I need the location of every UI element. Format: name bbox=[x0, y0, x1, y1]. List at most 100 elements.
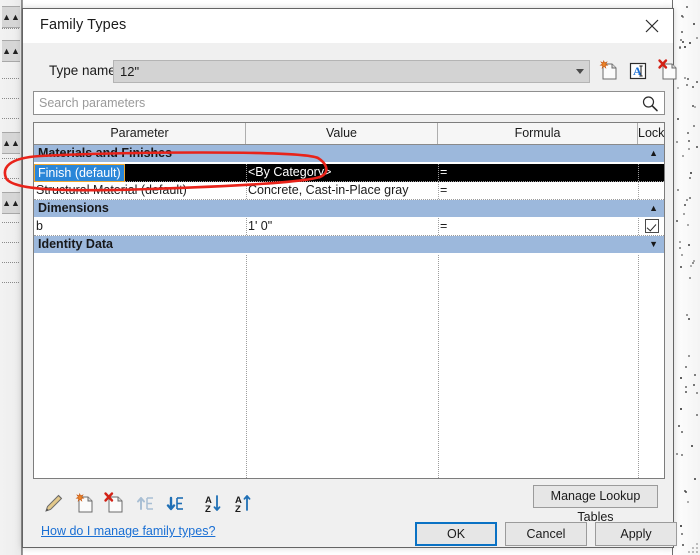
palette-divider-line bbox=[2, 78, 19, 80]
cell-value[interactable]: 1' 0" bbox=[248, 218, 436, 235]
collapse-up-icon[interactable]: ▲ bbox=[649, 147, 658, 159]
ok-button[interactable]: OK bbox=[415, 522, 497, 546]
cell-lock[interactable] bbox=[640, 182, 664, 199]
cell-value[interactable]: Concrete, Cast-in-Place gray bbox=[248, 182, 436, 199]
delete-parameter-icon[interactable] bbox=[101, 491, 127, 517]
palette-divider-line bbox=[2, 282, 19, 284]
apply-button[interactable]: Apply bbox=[595, 522, 677, 546]
palette-divider-line bbox=[2, 28, 19, 30]
capture-noise-dot bbox=[680, 533, 683, 536]
palette-collapse-chevron[interactable]: ▲▲ bbox=[2, 6, 20, 28]
collapse-up-icon[interactable]: ▲ bbox=[649, 202, 658, 214]
rename-type-icon[interactable]: A bbox=[625, 58, 651, 84]
move-up-icon[interactable] bbox=[133, 491, 159, 517]
column-header-lock[interactable]: Lock bbox=[638, 123, 664, 144]
capture-noise-dot bbox=[687, 500, 690, 503]
capture-noise-dot bbox=[688, 41, 691, 44]
cell-parameter[interactable]: b bbox=[36, 218, 244, 235]
capture-noise-dot bbox=[686, 78, 689, 81]
lock-checkbox[interactable] bbox=[645, 219, 659, 233]
capture-noise-dot bbox=[685, 490, 688, 493]
capture-noise-dot bbox=[677, 117, 680, 120]
palette-collapse-chevron[interactable]: ▲▲ bbox=[2, 132, 20, 154]
palette-divider-line bbox=[2, 222, 19, 224]
chevron-down-icon[interactable] bbox=[576, 69, 584, 74]
cell-formula[interactable]: = bbox=[440, 164, 636, 181]
capture-noise-dot bbox=[688, 197, 691, 200]
column-header-value[interactable]: Value bbox=[246, 123, 438, 144]
column-separator bbox=[638, 253, 639, 478]
capture-noise-dot bbox=[686, 199, 689, 202]
new-parameter-icon[interactable] bbox=[71, 491, 97, 517]
group-header-dimensions[interactable]: Dimensions ▲ bbox=[34, 200, 664, 218]
cell-formula[interactable]: = bbox=[440, 182, 636, 199]
capture-noise-dot bbox=[686, 313, 689, 316]
parameter-name-editor[interactable]: Finish (default) bbox=[34, 164, 125, 182]
type-name-value: 12" bbox=[120, 64, 140, 79]
sort-ascending-icon[interactable]: A Z bbox=[231, 491, 257, 517]
move-down-icon[interactable] bbox=[163, 491, 189, 517]
family-types-dialog: Family Types Type name: 12" A Search par… bbox=[22, 8, 677, 548]
group-header-label: Identity Data bbox=[38, 237, 114, 251]
capture-noise-dot bbox=[680, 377, 683, 380]
table-row[interactable]: Structural Material (default) Concrete, … bbox=[34, 182, 664, 200]
capture-noise-dot bbox=[696, 413, 699, 416]
search-input[interactable]: Search parameters bbox=[33, 91, 665, 115]
help-link[interactable]: How do I manage family types? bbox=[41, 524, 215, 538]
type-name-label: Type name: bbox=[49, 63, 120, 78]
capture-noise-dot bbox=[695, 81, 698, 84]
capture-noise-dot bbox=[692, 260, 695, 263]
capture-noise-dot bbox=[685, 83, 688, 86]
cell-lock[interactable] bbox=[640, 164, 664, 181]
delete-type-icon[interactable] bbox=[655, 58, 681, 84]
group-header-materials-and-finishes[interactable]: Materials and Finishes ▲ bbox=[34, 145, 664, 163]
column-separator bbox=[438, 182, 439, 199]
capture-noise-dot bbox=[684, 385, 687, 388]
cell-formula[interactable]: = bbox=[440, 218, 636, 235]
properties-palette-strip bbox=[0, 0, 23, 555]
capture-noise-dot bbox=[690, 171, 693, 174]
capture-noise-dot bbox=[679, 240, 682, 243]
palette-collapse-chevron[interactable]: ▲▲ bbox=[2, 40, 20, 62]
cancel-button[interactable]: Cancel bbox=[505, 522, 587, 546]
capture-noise-dot bbox=[687, 132, 690, 135]
capture-noise-dot bbox=[686, 223, 689, 226]
type-name-combobox[interactable]: 12" bbox=[113, 60, 590, 83]
parameters-table: Parameter Value Formula Lock Materials a… bbox=[33, 122, 665, 479]
capture-noise-dot bbox=[692, 125, 695, 128]
cell-lock[interactable] bbox=[640, 218, 664, 235]
capture-noise-dot bbox=[688, 355, 691, 358]
capture-noise-dot bbox=[677, 87, 680, 90]
capture-noise-dot bbox=[694, 477, 697, 480]
expand-down-icon[interactable]: ▼ bbox=[649, 238, 658, 250]
table-row[interactable]: Finish (default) <By Category> = bbox=[34, 164, 664, 182]
capture-noise-dot bbox=[684, 390, 687, 393]
column-separator bbox=[438, 164, 439, 181]
capture-noise-dot bbox=[683, 45, 686, 48]
capture-noise-dot bbox=[681, 14, 684, 17]
cell-value[interactable]: <By Category> bbox=[248, 164, 436, 181]
search-icon[interactable] bbox=[641, 95, 659, 118]
sort-descending-icon[interactable]: A Z bbox=[201, 491, 227, 517]
table-empty-area bbox=[34, 253, 664, 478]
table-row[interactable]: b 1' 0" = bbox=[34, 218, 664, 236]
cell-parameter[interactable]: Structural Material (default) bbox=[36, 182, 244, 199]
capture-noise-dot bbox=[679, 39, 682, 42]
resize-grip[interactable] bbox=[688, 543, 698, 553]
capture-noise-dot bbox=[683, 204, 686, 207]
column-header-parameter[interactable]: Parameter bbox=[34, 123, 246, 144]
close-icon[interactable] bbox=[637, 13, 667, 39]
capture-noise-dot bbox=[687, 243, 690, 246]
capture-noise-dot bbox=[693, 105, 696, 108]
capture-noise-dot bbox=[677, 425, 680, 428]
column-header-formula[interactable]: Formula bbox=[438, 123, 638, 144]
new-type-icon[interactable] bbox=[595, 58, 621, 84]
group-header-identity-data[interactable]: Identity Data ▼ bbox=[34, 236, 664, 254]
edit-parameter-icon[interactable] bbox=[41, 491, 67, 517]
capture-noise-dot bbox=[691, 444, 694, 447]
svg-text:Z: Z bbox=[235, 504, 241, 515]
palette-collapse-chevron[interactable]: ▲▲ bbox=[2, 192, 20, 214]
column-separator bbox=[638, 164, 639, 181]
manage-lookup-tables-button[interactable]: Manage Lookup Tables bbox=[533, 485, 658, 524]
capture-noise-dot bbox=[680, 30, 683, 33]
